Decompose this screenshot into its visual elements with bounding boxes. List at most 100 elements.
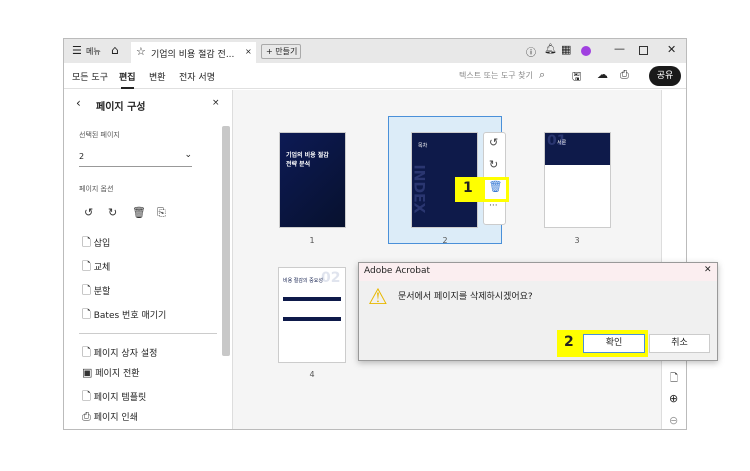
- page-4-bar: [283, 297, 341, 301]
- save-icon[interactable]: 🖫: [572, 68, 581, 87]
- rotate-right-icon[interactable]: ↻: [489, 158, 498, 171]
- tab-edit[interactable]: 편집: [119, 70, 136, 83]
- menu-label[interactable]: 메뉴: [86, 46, 101, 57]
- bates-label: Bates 번호 매기기: [93, 311, 167, 321]
- divider: [79, 333, 217, 334]
- organize-pages-panel: ‹ 페이지 구성 × 선택된 페이지 2 ⌄ 페이지 옵션 ↺ ↻ 🗑︎ ⎘ 🗋…: [64, 90, 233, 429]
- page-box-icon: 🗋: [82, 346, 91, 359]
- page-4-bar: [283, 317, 341, 321]
- acrobat-window: ☰ 메뉴 ⌂ ☆ 기업의 비용 절감 전... × + 만들기 ⓘ 🔔︎ ▦ —…: [63, 38, 687, 430]
- confirm-button[interactable]: 확인: [583, 334, 645, 353]
- split-page-icon: 🗋: [82, 284, 91, 297]
- page-box-item[interactable]: 🗋 페이지 상자 설정: [82, 344, 157, 363]
- cancel-button[interactable]: 취소: [649, 334, 710, 353]
- active-tab-indicator: [121, 87, 134, 89]
- page-label-1: 1: [309, 236, 315, 245]
- panel-title: 페이지 구성: [96, 102, 146, 113]
- insert-item[interactable]: 🗋 삽입: [82, 234, 110, 253]
- rotate-left-icon[interactable]: ↺: [489, 136, 498, 149]
- new-label: 만들기: [275, 47, 298, 56]
- apps-grid-icon[interactable]: ▦: [561, 43, 571, 56]
- page-3-title: 서론: [557, 140, 567, 146]
- page-4-number: 02: [321, 270, 341, 286]
- replace-page-icon: 🗋: [82, 260, 91, 273]
- page-box-label: 페이지 상자 설정: [93, 349, 158, 359]
- selected-pages-value: 2: [79, 152, 85, 161]
- close-window-icon[interactable]: ✕: [667, 43, 676, 56]
- page-1-title: 기업의 비용 절감 전략 분석: [286, 152, 329, 168]
- bates-icon: 🗋: [82, 308, 91, 321]
- tab-all-tools[interactable]: 모든 도구: [72, 70, 108, 83]
- step-1-label: 1: [463, 180, 473, 196]
- extract-page-icon[interactable]: ⎘: [157, 206, 166, 220]
- help-icon[interactable]: ⓘ: [526, 44, 536, 59]
- split-label: 분할: [93, 287, 111, 297]
- new-button[interactable]: + 만들기: [261, 44, 301, 59]
- insert-label: 삽입: [93, 239, 111, 249]
- page-label-2: 2: [442, 236, 448, 245]
- delete-confirm-dialog: Adobe Acrobat ✕ ⚠ 문서에서 페이지를 삭제하시겠어요? 2 확…: [358, 262, 718, 361]
- page-label-3: 3: [574, 236, 580, 245]
- trash-icon[interactable]: 🗑︎: [132, 206, 146, 219]
- chevron-down-icon: ⌄: [184, 150, 192, 160]
- toolbar: 모든 도구 편집 변환 전자 서명 텍스트 또는 도구 찾기 ⌕ 🖫 ☁ ⎙ 공…: [64, 63, 686, 89]
- page-template-icon: 🗋: [82, 390, 91, 403]
- home-icon[interactable]: ⌂: [111, 43, 119, 57]
- page-label-4: 4: [309, 370, 315, 379]
- right-rail: 🗋 ⊕ ⊖: [661, 90, 686, 429]
- tab-title: 기업의 비용 절감 전...: [151, 50, 235, 60]
- panel-scrollbar[interactable]: [222, 126, 230, 356]
- replace-item[interactable]: 🗋 교체: [82, 258, 110, 277]
- insert-page-icon: 🗋: [82, 236, 91, 249]
- replace-label: 교체: [93, 263, 111, 273]
- search-input[interactable]: 텍스트 또는 도구 찾기: [459, 70, 533, 81]
- page-2-watermark: INDEX: [410, 164, 427, 214]
- bell-icon[interactable]: 🔔︎: [544, 44, 557, 55]
- page-print-item[interactable]: ⎙ 페이지 인쇄: [82, 410, 138, 424]
- maximize-icon[interactable]: [639, 46, 648, 55]
- tab-convert[interactable]: 변환: [149, 70, 166, 83]
- share-button[interactable]: 공유: [649, 66, 681, 86]
- page-2-title: 목차: [418, 143, 428, 149]
- split-item[interactable]: 🗋 분할: [82, 282, 110, 301]
- avatar[interactable]: [581, 46, 591, 56]
- star-icon[interactable]: ☆: [136, 45, 146, 58]
- page-template-item[interactable]: 🗋 페이지 템플릿: [82, 388, 146, 407]
- title-bar: ☰ 메뉴 ⌂ ☆ 기업의 비용 절감 전... × + 만들기 ⓘ 🔔︎ ▦ —…: [64, 39, 686, 63]
- bates-item[interactable]: 🗋 Bates 번호 매기기: [82, 306, 166, 325]
- dialog-title-bar: Adobe Acrobat ✕: [359, 263, 717, 281]
- close-tab-icon[interactable]: ×: [245, 47, 252, 56]
- tab-e-sign[interactable]: 전자 서명: [179, 70, 215, 83]
- page-4-title: 비용 절감의 중요성: [283, 278, 323, 284]
- page-transition-item[interactable]: ▣ 페이지 전환: [82, 366, 140, 379]
- page-print-label: 페이지 인쇄: [93, 413, 138, 423]
- dialog-message: 문서에서 페이지를 삭제하시겠어요?: [398, 292, 533, 302]
- back-icon[interactable]: ‹: [76, 96, 81, 110]
- page-thumbnail-4[interactable]: 02 비용 절감의 중요성: [278, 267, 346, 363]
- delete-page-icon[interactable]: 🗑︎: [485, 180, 506, 199]
- page-tool-icon[interactable]: 🗋: [670, 371, 678, 388]
- step-2-label: 2: [564, 334, 574, 350]
- page-options-label: 페이지 옵션: [79, 185, 114, 193]
- minimize-icon[interactable]: —: [614, 42, 625, 55]
- search-icon[interactable]: ⌕: [539, 68, 545, 82]
- upload-cloud-icon[interactable]: ☁: [597, 68, 608, 81]
- page-3-header: 01 서론: [545, 133, 610, 165]
- step-1-highlight: 1 🗑︎: [455, 177, 509, 202]
- page-thumbnail-3[interactable]: 01 서론: [544, 132, 611, 228]
- close-panel-icon[interactable]: ×: [212, 98, 220, 108]
- page-thumbnail-1[interactable]: 기업의 비용 절감 전략 분석: [279, 132, 346, 228]
- zoom-in-icon[interactable]: ⊕: [669, 392, 678, 405]
- rotate-left-icon[interactable]: ↺: [84, 206, 93, 219]
- warning-icon: ⚠: [368, 285, 388, 310]
- rotate-right-icon[interactable]: ↻: [108, 206, 117, 219]
- dialog-close-icon[interactable]: ✕: [704, 265, 712, 275]
- selected-pages-dropdown[interactable]: 2 ⌄: [79, 150, 192, 167]
- page-transition-label: 페이지 전환: [95, 369, 140, 379]
- document-tab[interactable]: ☆ 기업의 비용 절감 전... ×: [131, 42, 256, 63]
- page-print-icon: ⎙: [82, 410, 91, 423]
- print-icon[interactable]: ⎙: [620, 68, 629, 82]
- zoom-out-icon[interactable]: ⊖: [669, 414, 678, 427]
- menu-icon[interactable]: ☰: [72, 44, 82, 57]
- more-options-icon[interactable]: ···: [489, 201, 498, 211]
